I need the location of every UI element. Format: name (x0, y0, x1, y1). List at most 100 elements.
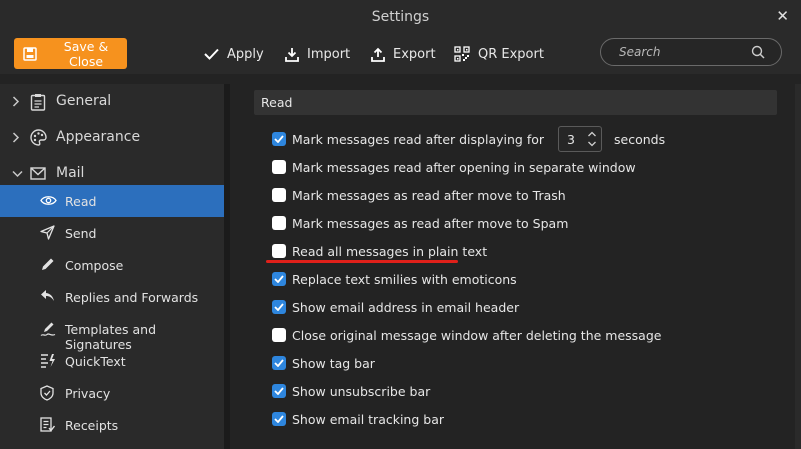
quicktext-icon (41, 354, 55, 368)
import-icon (285, 47, 299, 62)
save-close-label: Save & Close (63, 38, 109, 69)
checkbox-unchecked[interactable] (272, 244, 286, 258)
envelope-icon (30, 167, 46, 180)
sidebar-item-quicktext[interactable]: QuickText (0, 345, 224, 377)
option-label: Close original message window after dele… (292, 327, 662, 343)
sidebar-item-label: Replies and Forwards (65, 290, 199, 305)
receipt-icon (40, 417, 55, 432)
search-box[interactable] (600, 38, 782, 66)
export-icon (371, 47, 385, 62)
sidebar-item-label: Receipts (65, 418, 119, 433)
chevron-right-icon[interactable] (12, 96, 20, 107)
option-label: Mark messages as read after move to Spam (292, 215, 569, 231)
option-label: Replace text smilies with emoticons (292, 271, 517, 287)
check-icon (274, 303, 284, 311)
export-label: Export (393, 46, 436, 62)
reply-icon (41, 290, 54, 301)
save-icon (23, 46, 37, 61)
checkbox-unchecked[interactable] (272, 216, 286, 230)
stepper-value: 3 (567, 131, 575, 147)
sidebar-item-templates-signatures[interactable]: Templates and Signatures (0, 313, 224, 352)
option-mark-read-trash[interactable]: Mark messages as read after move to Tras… (272, 185, 566, 205)
paper-plane-icon (40, 225, 55, 240)
option-show-unsubscribe-bar[interactable]: Show unsubscribe bar (272, 381, 430, 401)
import-label: Import (307, 46, 351, 62)
sidebar-category-label: Appearance (56, 129, 141, 145)
sidebar-category-label: General (56, 93, 112, 109)
option-show-tracking-bar[interactable]: Show email tracking bar (272, 409, 444, 429)
sidebar-item-receipts[interactable]: Receipts (0, 409, 224, 441)
eye-icon (40, 196, 57, 205)
save-close-button[interactable]: Save & Close (14, 38, 127, 69)
option-close-original-window[interactable]: Close original message window after dele… (272, 325, 661, 345)
sidebar-item-label: Privacy (65, 386, 111, 401)
export-button[interactable]: Export (371, 42, 436, 66)
search-icon[interactable] (751, 45, 765, 59)
checkbox-checked[interactable] (272, 356, 286, 370)
checkbox-checked[interactable] (272, 384, 286, 398)
sidebar: General Appearance Mail Read Send Compos… (0, 84, 224, 449)
checkbox-unchecked[interactable] (272, 328, 286, 342)
red-highlight-underline (266, 260, 458, 263)
chevron-right-icon[interactable] (12, 132, 20, 143)
check-icon (274, 135, 284, 143)
checkbox-checked[interactable] (272, 132, 286, 146)
sidebar-category-label: Mail (56, 165, 85, 181)
checkbox-unchecked[interactable] (272, 188, 286, 202)
checkbox-checked[interactable] (272, 300, 286, 314)
sidebar-item-compose[interactable]: Compose (0, 249, 224, 281)
scrollbar[interactable] (795, 84, 801, 449)
option-show-tag-bar[interactable]: Show tag bar (272, 353, 375, 373)
option-mark-read-spam[interactable]: Mark messages as read after move to Spam (272, 213, 568, 233)
option-plain-text[interactable]: Read all messages in plain text (272, 241, 487, 261)
import-button[interactable]: Import (285, 42, 350, 66)
sidebar-item-send[interactable]: Send (0, 217, 224, 249)
option-label: Show email tracking bar (292, 411, 444, 427)
qr-export-label: QR Export (478, 46, 544, 62)
stepper-arrows-icon[interactable] (587, 129, 597, 149)
toolbar: Save & Close Apply Import Export QR Expo… (0, 34, 801, 74)
sidebar-item-privacy[interactable]: Privacy (0, 377, 224, 409)
sidebar-category-appearance[interactable]: Appearance (0, 123, 224, 153)
option-label: Mark messages read after displaying for (292, 131, 545, 147)
check-icon (274, 275, 284, 283)
sidebar-item-read[interactable]: Read (0, 185, 224, 217)
sidebar-item-label: QuickText (65, 354, 126, 369)
shield-icon (40, 385, 54, 401)
option-label: Show unsubscribe bar (292, 383, 431, 399)
option-label: Read all messages in plain text (292, 243, 488, 259)
sidebar-category-general[interactable]: General (0, 87, 224, 117)
qr-code-icon (454, 46, 470, 62)
section-header: Read (254, 90, 777, 115)
option-show-email-address[interactable]: Show email address in email header (272, 297, 519, 317)
sidebar-item-replies-forwards[interactable]: Replies and Forwards (0, 281, 224, 313)
checkbox-checked[interactable] (272, 412, 286, 426)
option-label: Mark messages read after opening in sepa… (292, 159, 636, 175)
qr-export-button[interactable]: QR Export (454, 42, 544, 66)
pencil-icon (42, 258, 54, 270)
chevron-down-icon[interactable] (12, 170, 23, 178)
seconds-stepper[interactable]: 3 (558, 126, 603, 152)
option-replace-smilies[interactable]: Replace text smilies with emoticons (272, 269, 517, 289)
apply-label: Apply (227, 46, 264, 62)
signature-icon (40, 322, 56, 336)
apply-button[interactable]: Apply (204, 42, 264, 66)
palette-icon (30, 129, 47, 146)
window-title: Settings (371, 9, 430, 25)
option-suffix: seconds (614, 131, 666, 147)
close-icon[interactable]: ✕ (776, 7, 789, 25)
search-input[interactable] (619, 45, 749, 59)
check-icon (274, 359, 284, 367)
check-icon (204, 48, 219, 60)
checkbox-unchecked[interactable] (272, 160, 286, 174)
option-mark-read-separate-window[interactable]: Mark messages read after opening in sepa… (272, 157, 636, 177)
option-label: Show tag bar (292, 355, 375, 371)
sidebar-item-label: Compose (65, 258, 124, 273)
option-label: Mark messages as read after move to Tras… (292, 187, 566, 203)
checkbox-checked[interactable] (272, 272, 286, 286)
title-bar: Settings ✕ (0, 0, 801, 34)
sidebar-item-label: Send (65, 226, 97, 241)
check-icon (274, 387, 284, 395)
clipboard-icon (30, 94, 46, 111)
option-mark-read-after-display[interactable]: Mark messages read after displaying for … (272, 126, 666, 152)
